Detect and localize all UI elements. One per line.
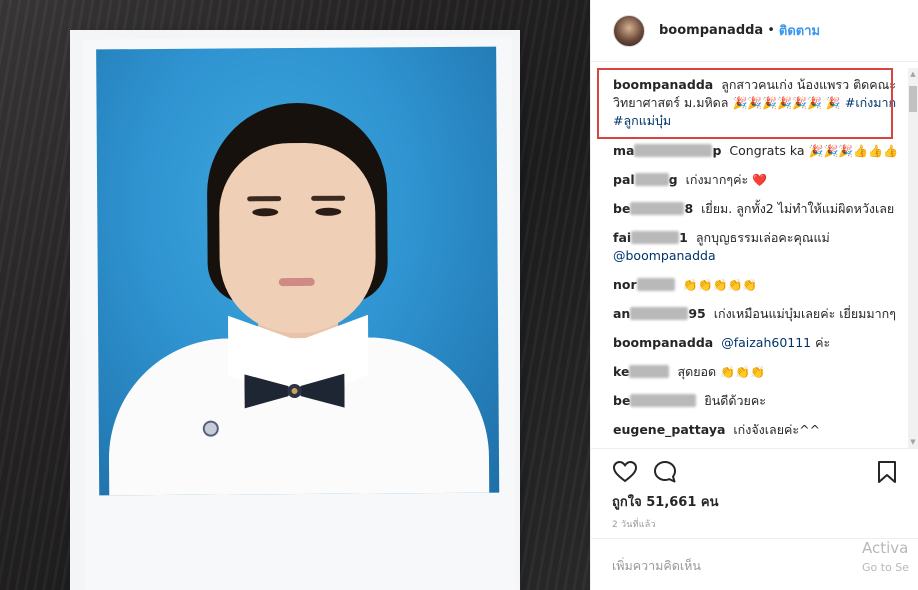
comment-emojis: 🎉🎉🎉👍👍👍: [808, 144, 899, 158]
mention-link[interactable]: @faizah60111: [721, 335, 811, 350]
redacted-username: [629, 365, 670, 378]
comment-item: ma p Congrats ka 🎉🎉🎉👍👍👍: [613, 142, 903, 160]
comments-list[interactable]: boompanadda ลูกสาวคนเก่ง น้องแพรว ติดคณะ…: [591, 64, 909, 448]
photo-print: [82, 36, 516, 590]
portrait-face: [218, 142, 377, 334]
comment-username[interactable]: eugene_pattaya: [613, 422, 725, 437]
watermark-line2: Go to Se: [862, 561, 910, 574]
comment-item: boompanadda @faizah60111 ค่ะ: [613, 334, 903, 352]
likes-count[interactable]: ถูกใจ 51,661 คน: [612, 491, 719, 512]
watermark-line1: Activa: [862, 539, 909, 557]
scrollbar-thumb[interactable]: [909, 86, 917, 112]
windows-activation-watermark: Activa Go to Se: [862, 538, 909, 578]
comment-username[interactable]: ke: [613, 364, 670, 379]
comment-text: เยี่ยม. ลูกทั้ง2 ไม่ทำให้แม่ผิดหวังเลย: [701, 201, 895, 216]
comment-text: Congrats ka: [729, 143, 805, 158]
bow-tie-icon: [244, 373, 345, 409]
comment-emojis: ❤️: [752, 173, 768, 187]
comment-username[interactable]: be 8: [613, 201, 693, 216]
comment-text: ยินดีด้วยคะ: [704, 393, 766, 408]
comment-username[interactable]: nor: [613, 277, 675, 292]
header-separator: •: [767, 23, 775, 38]
hashtag-link[interactable]: #ลูกแม่บุ๋ม: [613, 113, 671, 128]
redacted-username: [631, 231, 680, 244]
comment-text: เก่งเหมือนแม่บุ๋มเลยค่ะ เยี่ยมมากๆ: [713, 306, 896, 321]
add-comment-input[interactable]: [612, 555, 902, 575]
scroll-up-arrow-icon[interactable]: ▲: [908, 68, 918, 80]
portrait-brow-right: [311, 195, 346, 201]
post-photo[interactable]: [0, 0, 590, 590]
caption-username[interactable]: boompanadda: [613, 77, 713, 92]
comment-username[interactable]: pal g: [613, 172, 678, 187]
caption-emojis: 🎉🎉🎉🎉🎉🎉 🎉: [732, 96, 841, 110]
redacted-username: [630, 307, 689, 320]
comments-scrollbar[interactable]: ▲ ▼: [908, 68, 918, 448]
comment-item: ke สุดยอด 👏👏👏: [613, 363, 903, 381]
post-actions: [590, 448, 918, 494]
school-pin-icon: [202, 420, 219, 437]
comment-text: เก่งจังเลยค่ะ^^: [733, 422, 821, 437]
follow-button[interactable]: ติดตาม: [779, 20, 820, 41]
post-header: boompanadda • ติดตาม: [591, 0, 918, 62]
comment-username[interactable]: fai 1: [613, 230, 688, 245]
comment-emojis: 👏👏👏: [720, 365, 765, 379]
speech-bubble-icon[interactable]: [652, 459, 678, 485]
comment-text: สุดยอด: [677, 364, 717, 379]
redacted-username: [636, 278, 675, 291]
comment-item: be 8 เยี่ยม. ลูกทั้ง2 ไม่ทำให้แม่ผิดหวังเ…: [613, 200, 903, 218]
comment-username[interactable]: boompanadda: [613, 335, 713, 350]
avatar[interactable]: [613, 14, 645, 47]
hashtag-link[interactable]: #เก่งมาก: [845, 95, 896, 110]
comment-item: be ยินดีด้วยคะ: [613, 392, 903, 410]
redacted-username: [634, 173, 669, 186]
comment-item: fai 1 ลูกบุญธรรมเล่อคะคุณแม่ @boompanadda: [613, 229, 903, 265]
comment-text: ค่ะ: [815, 335, 831, 350]
comment-username[interactable]: ma p: [613, 143, 721, 158]
comment-text: ลูกบุญธรรมเล่อคะคุณแม่: [695, 230, 830, 245]
comment-item: nor 👏👏👏👏👏: [613, 276, 903, 294]
comment-item: eugene_pattaya เก่งจังเลยค่ะ^^: [613, 421, 903, 439]
redacted-username: [630, 202, 685, 215]
bookmark-icon[interactable]: [874, 459, 900, 485]
comment-username[interactable]: be: [613, 393, 697, 408]
portrait-brow-left: [247, 196, 282, 202]
comment-username[interactable]: an 95: [613, 306, 706, 321]
redacted-username: [630, 394, 697, 407]
comment-item: an 95 เก่งเหมือนแม่บุ๋มเลยค่ะ เยี่ยมมากๆ: [613, 305, 903, 323]
caption: boompanadda ลูกสาวคนเก่ง น้องแพรว ติดคณะ…: [613, 76, 903, 130]
heart-outline-icon[interactable]: [612, 459, 638, 485]
redacted-username: [634, 144, 713, 157]
comment-text: เก่งมากๆค่ะ: [685, 172, 749, 187]
portrait-image: [96, 46, 500, 496]
post-author-username[interactable]: boompanadda: [659, 23, 763, 38]
comment-emojis: 👏👏👏👏👏: [682, 278, 758, 292]
comment-item: pal g เก่งมากๆค่ะ ❤️: [613, 171, 903, 189]
scroll-down-arrow-icon[interactable]: ▼: [908, 436, 918, 448]
portrait-lips: [278, 277, 315, 287]
mention-link[interactable]: @boompanadda: [613, 248, 716, 263]
post-timestamp[interactable]: 2 วันที่แล้ว: [612, 517, 656, 531]
